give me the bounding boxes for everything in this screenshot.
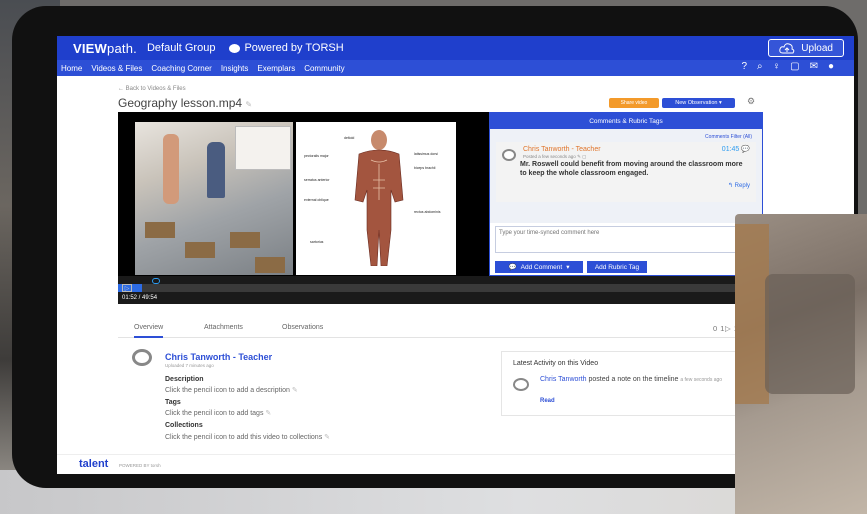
calendar-icon[interactable]: ▢ <box>790 61 799 72</box>
video-timeline[interactable]: ▷ 01:52 / 49:54 ⚙ <box>118 276 763 304</box>
desk <box>230 232 260 248</box>
top-header: VIEWpath. Default Group Powered by TORSH… <box>57 36 854 60</box>
help-icon[interactable]: ? <box>741 61 747 72</box>
tab-overview[interactable]: Overview <box>134 324 164 338</box>
teacher-figure <box>207 142 225 198</box>
anatomy-label: sartorius <box>310 240 324 244</box>
edit-pencil-icon[interactable]: ✎ <box>245 100 252 109</box>
add-comment-button[interactable]: 💬 Add Comment ▾ <box>495 261 583 273</box>
file-title: Geography lesson.mp4 ✎ <box>118 96 253 110</box>
nav-home[interactable]: Home <box>61 64 82 73</box>
comments-filter[interactable]: Comments Filter (All) <box>490 134 762 140</box>
powered-by-torsh: POWERED BY torsh <box>119 463 161 468</box>
comment-icon: 💬 <box>508 264 517 271</box>
add-rubric-tag-button[interactable]: Add Rubric Tag <box>587 261 647 273</box>
anatomy-label: external oblique <box>304 198 329 202</box>
comment-timestamp[interactable]: 01:45 💬 <box>722 145 750 153</box>
comments-panel-title: Comments & Rubric Tags <box>490 113 762 129</box>
notifications-icon[interactable]: ✉ <box>810 61 818 72</box>
anatomy-label: rectus abdominis <box>414 210 441 214</box>
desk <box>255 257 285 273</box>
upload-button[interactable]: Upload <box>768 39 844 57</box>
comment-author[interactable]: Chris Tanworth - Teacher <box>523 146 601 153</box>
anatomy-label: latissimus dorsi <box>414 152 438 156</box>
tablet-device: VIEWpath. Default Group Powered by TORSH… <box>12 6 858 488</box>
speech-bubble-icon: 💬 <box>741 146 750 153</box>
talent-logo: talent <box>79 458 109 470</box>
delete-icon[interactable]: ▢ <box>582 154 586 159</box>
latest-activity-card: Latest Activity on this Video Chris Tanw… <box>501 351 753 416</box>
nav-exemplars[interactable]: Exemplars <box>257 64 295 73</box>
nav-coaching-corner[interactable]: Coaching Corner <box>151 64 211 73</box>
video-player[interactable]: deltoid pectoralis major latissimus dors… <box>118 112 489 276</box>
pencil-icon[interactable]: ✎ <box>292 387 298 394</box>
upload-time: Uploaded 7 minutes ago <box>165 363 214 368</box>
comment-input[interactable] <box>495 226 757 253</box>
classroom-video-frame <box>135 122 293 275</box>
avatar <box>132 349 152 366</box>
activity-title: Latest Activity on this Video <box>513 360 599 367</box>
reply-link[interactable]: ↰ Reply <box>728 182 750 189</box>
description-text: Click the pencil icon to add a descripti… <box>165 387 298 394</box>
anatomy-label: pectoralis major <box>304 154 329 158</box>
avatar <box>513 378 529 391</box>
group-name[interactable]: Default Group <box>147 42 215 54</box>
description-heading: Description <box>165 376 204 383</box>
pencil-icon[interactable]: ✎ <box>324 434 330 441</box>
video-time: 01:52 / 49:54 <box>122 295 158 301</box>
nav-community[interactable]: Community <box>304 64 344 73</box>
search-icon[interactable]: ⌕ <box>757 61 763 72</box>
powered-by: Powered by TORSH <box>229 42 344 54</box>
uploader-name[interactable]: Chris Tanworth - Teacher <box>165 352 272 362</box>
cloud-upload-icon <box>779 42 795 53</box>
share-video-button[interactable]: Share video <box>609 98 659 108</box>
new-observation-button[interactable]: New Observation ▾ <box>662 98 735 108</box>
background-photo-right <box>735 214 867 514</box>
collections-heading: Collections <box>165 422 203 429</box>
desk <box>185 242 215 258</box>
whiteboard <box>235 126 291 170</box>
user-avatar-icon[interactable]: ● <box>828 61 834 72</box>
timeline-track[interactable] <box>118 284 763 292</box>
comment-text: Mr. Roswell could benefit from moving ar… <box>520 161 743 177</box>
read-link[interactable]: Read <box>540 398 555 404</box>
back-to-videos-link[interactable]: ← Back to Videos & Files <box>118 86 186 92</box>
nav-videos-files[interactable]: Videos & Files <box>91 64 142 73</box>
muscle-figure <box>354 130 404 266</box>
edit-icon[interactable]: ✎ <box>577 154 581 159</box>
main-nav: Home Videos & Files Coaching Corner Insi… <box>57 60 854 76</box>
tags-text: Click the pencil icon to add tags ✎ <box>165 410 272 417</box>
comment-input-area: 💬Add Comment▾ Add Rubric Tag <box>490 223 764 275</box>
desk <box>145 222 175 238</box>
anatomy-label: biceps brachii <box>414 166 436 170</box>
tab-observations[interactable]: Observations <box>282 324 323 331</box>
anatomy-label: deltoid <box>344 136 355 140</box>
anatomy-model <box>163 134 179 204</box>
reply-arrow-icon: ↰ <box>727 183 733 189</box>
activity-line: Chris Tanworth posted a note on the time… <box>540 376 723 383</box>
background-shelf <box>735 224 769 404</box>
comment-item: Chris Tanworth - Teacher Posted a few se… <box>496 142 756 202</box>
avatar <box>502 149 516 161</box>
video-tabs: Overview Attachments Observations 0 1▷ 1… <box>118 316 763 338</box>
pencil-icon[interactable]: ✎ <box>265 410 271 417</box>
play-button[interactable]: ▷ <box>122 284 132 292</box>
chevron-down-icon[interactable]: ▾ <box>566 263 569 271</box>
nav-insights[interactable]: Insights <box>221 64 249 73</box>
app-logo[interactable]: VIEWpath. <box>73 41 137 56</box>
background-chair <box>765 274 855 394</box>
tags-heading: Tags <box>165 399 181 406</box>
anatomy-diagram: deltoid pectoralis major latissimus dors… <box>296 122 456 275</box>
settings-gear-icon[interactable]: ⚙ <box>747 96 755 107</box>
anatomy-label: serratus anterior <box>304 178 330 182</box>
torsh-logo-icon <box>229 43 241 53</box>
comments-panel: Comments & Rubric Tags Comments Filter (… <box>489 112 764 276</box>
lightbulb-icon[interactable]: ♀ <box>773 61 781 72</box>
collections-text: Click the pencil icon to add this video … <box>165 434 331 441</box>
tab-attachments[interactable]: Attachments <box>204 324 243 331</box>
